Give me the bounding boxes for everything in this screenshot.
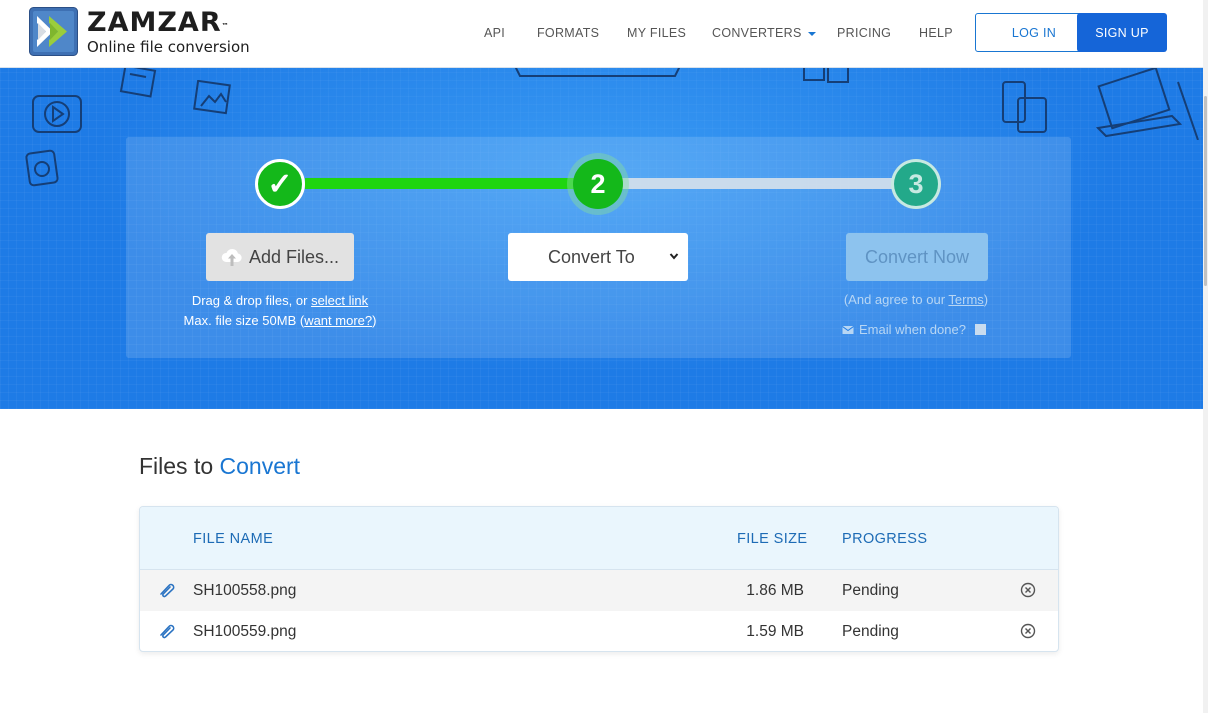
signup-button[interactable]: SIGN UP <box>1077 13 1167 52</box>
envelope-icon <box>842 325 854 334</box>
file-progress: Pending <box>842 582 899 599</box>
max-size-hint: Max. file size 50MB (want more?) <box>183 313 377 328</box>
top-header: ZAMZAR™ Online file conversion API FORMA… <box>0 0 1203 68</box>
laptop-doodle-icon <box>1095 68 1199 140</box>
email-checkbox[interactable] <box>974 324 986 335</box>
nav-api[interactable]: API <box>484 26 505 40</box>
step-1-check: ✓ <box>255 159 305 209</box>
terms-link[interactable]: Terms <box>948 292 983 307</box>
header-progress: PROGRESS <box>842 531 928 547</box>
nav-converters-label: CONVERTERS <box>712 26 802 40</box>
caret-down-icon <box>807 31 816 36</box>
cloud-upload-icon <box>221 248 242 266</box>
main-nav: API FORMATS MY FILES CONVERTERS PRICING … <box>0 0 1203 67</box>
nav-my-files[interactable]: MY FILES <box>627 26 686 40</box>
step-3-indicator: 3 <box>891 159 941 209</box>
add-files-label: Add Files... <box>248 246 340 267</box>
table-row: SH100559.png 1.59 MB Pending <box>140 611 1058 651</box>
want-more-link[interactable]: want more? <box>304 313 372 328</box>
paperclip-icon <box>160 583 175 598</box>
scrollbar-thumb[interactable] <box>1204 96 1207 286</box>
keyboard-doodle-icon <box>514 68 681 77</box>
email-label: Email when done? <box>859 322 966 337</box>
files-doodle-icon <box>803 68 849 83</box>
file-name: SH100559.png <box>193 623 297 640</box>
chevron-down-icon <box>669 253 679 260</box>
convert-to-select[interactable]: Convert To <box>508 233 688 281</box>
convert-to-value: Convert To <box>548 246 635 267</box>
progress-track-remaining <box>622 178 897 189</box>
clipboard-doodle-icon <box>1002 81 1047 133</box>
file-size: 1.59 MB <box>746 623 804 640</box>
terms-notice: (And agree to our Terms) <box>843 292 989 307</box>
camera-doodle-icon <box>25 149 59 187</box>
table-row: SH100558.png 1.86 MB Pending <box>140 570 1058 611</box>
login-button[interactable]: LOG IN <box>975 13 1093 52</box>
remove-file-icon[interactable] <box>1020 582 1036 598</box>
step-2-indicator: 2 <box>573 159 623 209</box>
image-doodle-icon <box>193 80 231 115</box>
table-header: FILE NAME FILE SIZE PROGRESS <box>140 507 1058 570</box>
files-table: FILE NAME FILE SIZE PROGRESS SH100558.pn… <box>139 506 1059 652</box>
add-files-button[interactable]: Add Files... <box>206 233 354 281</box>
nav-pricing[interactable]: PRICING <box>837 26 891 40</box>
file-size: 1.86 MB <box>746 582 804 599</box>
progress-track-complete <box>305 178 575 189</box>
paperclip-icon <box>160 624 175 639</box>
file-name: SH100558.png <box>193 582 297 599</box>
page-scrollbar[interactable] <box>1203 0 1208 713</box>
convert-now-button[interactable]: Convert Now <box>846 233 988 281</box>
header-file-name: FILE NAME <box>193 531 274 547</box>
files-section-title: Files to Convert <box>139 453 301 479</box>
select-link[interactable]: select link <box>311 293 368 308</box>
drag-drop-hint: Drag & drop files, or select link <box>191 293 369 308</box>
nav-help[interactable]: HELP <box>919 26 953 40</box>
remove-file-icon[interactable] <box>1020 623 1036 639</box>
film-doodle-icon <box>119 68 157 98</box>
nav-converters[interactable]: CONVERTERS <box>712 26 816 40</box>
file-progress: Pending <box>842 623 899 640</box>
nav-formats[interactable]: FORMATS <box>537 26 599 40</box>
video-doodle-icon <box>32 95 82 133</box>
email-when-done: Email when done? <box>842 322 986 337</box>
header-file-size: FILE SIZE <box>737 531 808 547</box>
